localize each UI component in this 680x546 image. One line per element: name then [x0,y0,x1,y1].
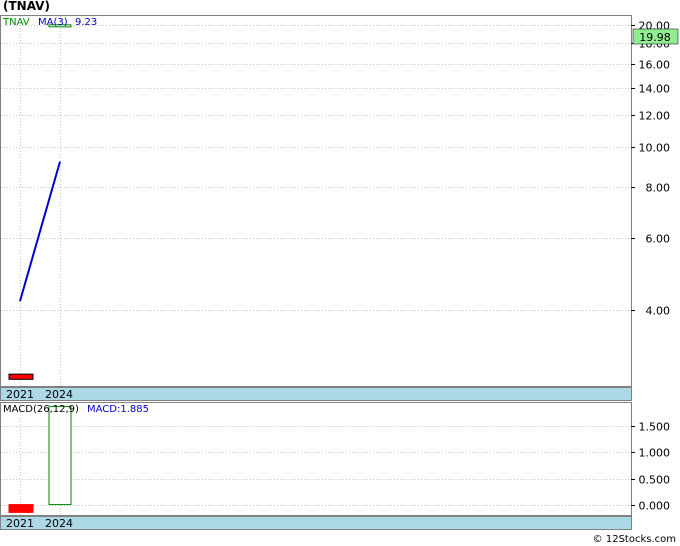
price-tick-label: 4.00 [646,305,671,318]
price-x-axis-band [0,387,632,401]
macd-x-tick-label: 2024 [45,517,73,530]
macd-x-tick-label: 2021 [6,517,34,530]
macd-bar-negative [8,504,34,513]
macd-tick-label: 1.000 [639,447,671,460]
legend-ticker: TNAV [2,17,30,28]
price-x-tick-label: 2021 [6,388,34,401]
site-credit: © 12Stocks.com [592,534,676,545]
macd-legend-label: MACD(26,12,9) [3,404,79,415]
legend-ma-label: MA(3) [38,17,68,28]
macd-panel [0,402,632,516]
macd-x-axis-band [0,516,632,530]
candle-down [8,373,34,380]
price-tick-label: 8.00 [646,182,671,195]
macd-tick-label: 0.500 [639,474,671,487]
price-tick-label: 6.00 [646,233,671,246]
price-panel [0,15,632,387]
macd-tick-label: 0.000 [639,500,671,513]
price-tick-label: 14.00 [639,83,671,96]
price-tick-label: 10.00 [639,142,671,155]
macd-bar-positive [48,405,72,506]
macd-tick-label: 1.500 [639,421,671,434]
last-price-label: 19.98 [639,31,671,44]
legend-ma-value: 9.23 [75,17,97,28]
price-x-tick-label: 2024 [45,388,73,401]
price-tick-label: 16.00 [639,59,671,72]
stock-chart: 4.006.008.0010.0012.0014.0016.0018.0020.… [0,15,679,530]
macd-legend-value: MACD:1.885 [87,404,149,415]
price-tick-label: 12.00 [639,110,671,123]
